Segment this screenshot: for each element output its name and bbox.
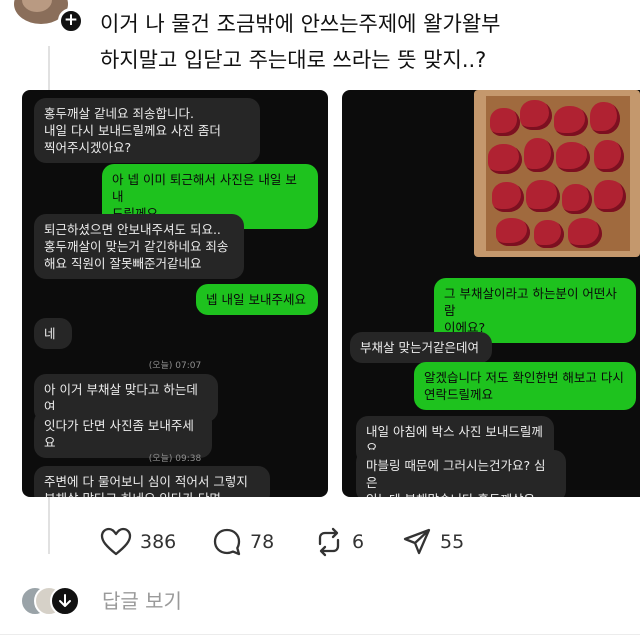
view-replies-link[interactable]: 답글 보기 (102, 586, 182, 616)
meat-chunks-photo (474, 90, 640, 257)
like-count: 386 (140, 531, 177, 553)
post-text-line-1: 이거 나 물건 조금밖에 안쓰는주제에 왈가왈부 (100, 12, 501, 36)
like-button[interactable]: 386 (100, 526, 176, 558)
avatar (50, 586, 80, 616)
chat-bubble-sent: 넵 내일 보내주세요 (196, 284, 318, 315)
share-button[interactable]: 55 (402, 526, 464, 558)
send-icon (403, 528, 431, 555)
repost-count: 6 (352, 531, 365, 553)
chat-timestamp: (오늘) 09:38 (148, 454, 202, 464)
comment-icon (213, 528, 241, 556)
divider (0, 634, 640, 635)
share-count: 55 (440, 531, 465, 553)
chat-timestamp: (오늘) 07:07 (148, 361, 202, 371)
chat-bubble-received: 부채살 맞는거같은데여 (350, 332, 492, 363)
follow-plus-icon[interactable]: + (58, 8, 84, 34)
post-body: 이거 나 물건 조금밖에 안쓰는주제에 왈가왈부 하지말고 입닫고 주는대로 쓰… (100, 6, 630, 78)
chat-screenshot-right[interactable]: 그 부채살이라고 하는분이 어떤사람 이에요? 부채살 맞는거같은데여 알겠습니… (342, 90, 640, 497)
chat-bubble-received: 퇴근하셨으면 안보내주셔도 되요.. 홍두깨살이 맞는거 같긴하네요 죄송 해요… (34, 214, 244, 279)
repost-icon (318, 527, 340, 557)
chat-bubble-received: 네 (34, 318, 72, 349)
chat-bubble-received: 마블링 때문에 그러시는건가요? 심은 있는데 부채맞습니다 홍두깨살은 가운데… (356, 450, 566, 497)
chat-screenshot-left[interactable]: 홍두깨살 같네요 죄송합니다. 내일 다시 보내드릴께요 사진 좀더 찍어주시겠… (22, 90, 328, 497)
comment-count: 78 (250, 531, 275, 553)
chat-bubble-received: 주변에 다 물어보니 심이 적어서 그렇지 부채살 맞다고 하네요 잇다가 단면 (34, 466, 270, 497)
chat-bubble-received: 홍두깨살 같네요 죄송합니다. 내일 다시 보내드릴께요 사진 좀더 찍어주시겠… (34, 98, 260, 163)
heart-icon (100, 527, 132, 556)
down-arrow-icon (59, 594, 71, 607)
chat-bubble-sent: 알겠습니다 저도 확인한번 해보고 다시 연락드릴께요 (414, 362, 636, 410)
repost-button[interactable]: 6 (314, 526, 364, 558)
comment-button[interactable]: 78 (212, 526, 274, 558)
post-text-line-2: 하지말고 입닫고 주는대로 쓰라는 뜻 맞지..? (100, 48, 487, 72)
reply-avatars[interactable] (20, 586, 82, 616)
